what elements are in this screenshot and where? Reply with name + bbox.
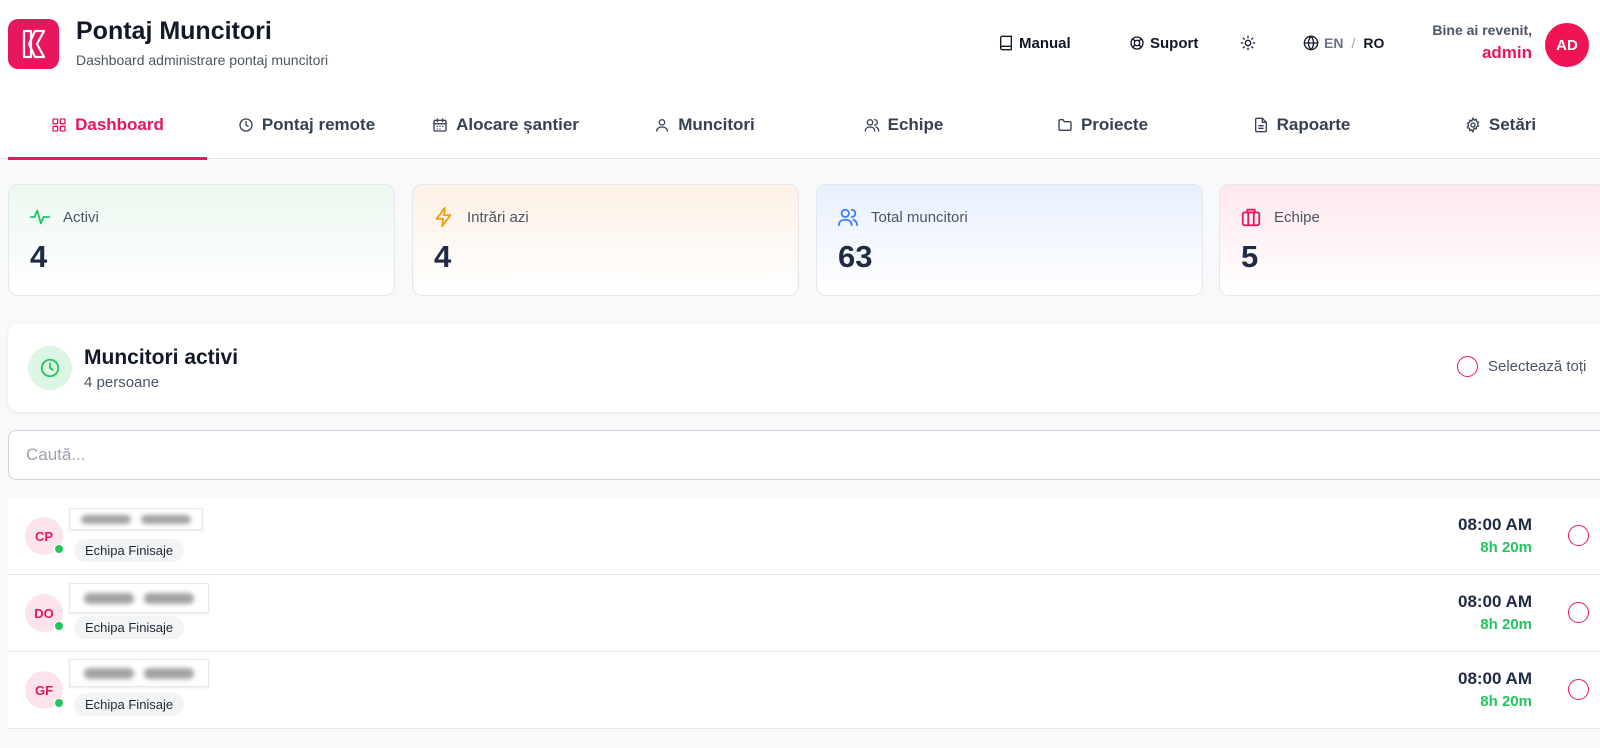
- search-input[interactable]: [8, 430, 1600, 480]
- activity-icon: [29, 209, 51, 225]
- active-workers-list: CP Echipa Finisaje 08:00 AM 8h 20m DO Ec…: [8, 498, 1600, 729]
- users-icon: [837, 208, 859, 227]
- worked-duration: 8h 20m: [1480, 693, 1532, 710]
- user-avatar[interactable]: AD: [1545, 23, 1589, 67]
- grid-icon: [52, 117, 66, 132]
- panel-count: 4 persoane: [84, 374, 160, 391]
- worked-duration: 8h 20m: [1480, 539, 1532, 556]
- stat-card-activi: Activi 4: [8, 184, 395, 296]
- welcome-text: Bine ai revenit,: [1432, 22, 1532, 38]
- tab-label: Echipe: [887, 114, 944, 134]
- manual-button[interactable]: Manual: [998, 32, 1071, 54]
- lang-en[interactable]: EN: [1324, 35, 1343, 51]
- support-label: Suport: [1150, 34, 1199, 52]
- tab-echipe[interactable]: Echipe: [804, 90, 1003, 159]
- stat-value: 63: [838, 239, 873, 274]
- calendar-icon: [433, 117, 447, 132]
- select-all-toggle[interactable]: Selectează toți: [1457, 356, 1586, 377]
- team-badge: Echipa Finisaje: [74, 616, 185, 639]
- online-status-dot: [54, 698, 64, 708]
- folder-icon: [1058, 118, 1072, 131]
- tab-setari[interactable]: Setări: [1401, 90, 1600, 159]
- tab-label: Alocare șantier: [456, 114, 579, 134]
- user-icon: [656, 118, 669, 132]
- clock-in-time: 08:00 AM: [1457, 669, 1532, 688]
- worker-name-redacted: [69, 508, 203, 530]
- clock-in-time: 08:00 AM: [1457, 592, 1532, 611]
- main-tabs: Dashboard Pontaj remote Alocare șantier …: [0, 90, 1600, 160]
- sun-icon: [1240, 35, 1256, 51]
- lang-separator: /: [1351, 35, 1356, 51]
- users-icon: [864, 118, 879, 132]
- tab-label: Proiecte: [1080, 114, 1149, 134]
- team-badge: Echipa Finisaje: [74, 693, 185, 716]
- stat-label: Intrări azi: [467, 208, 529, 226]
- tab-label: Setări: [1488, 114, 1537, 134]
- lang-ro[interactable]: RO: [1363, 35, 1384, 51]
- stat-value: 4: [30, 239, 48, 274]
- worker-name-redacted: [69, 659, 209, 687]
- stat-card-echipe: Echipe 5: [1219, 184, 1600, 296]
- tab-pontaj-remote[interactable]: Pontaj remote: [207, 90, 406, 159]
- stat-value: 5: [1241, 239, 1259, 274]
- lightning-icon: [435, 206, 452, 228]
- panel-icon: [28, 346, 72, 390]
- app-subtitle: Dashboard administrare pontaj muncitori: [76, 52, 329, 68]
- online-status-dot: [54, 544, 64, 554]
- panel-title: Muncitori activi: [84, 346, 239, 369]
- worked-duration: 8h 20m: [1480, 616, 1532, 633]
- support-button[interactable]: Suport: [1129, 32, 1198, 54]
- lifebuoy-icon: [1130, 36, 1144, 50]
- tab-muncitori[interactable]: Muncitori: [605, 90, 804, 159]
- theme-toggle-button[interactable]: [1240, 32, 1256, 54]
- worker-checkbox[interactable]: [1568, 602, 1589, 623]
- worker-checkbox[interactable]: [1568, 679, 1589, 700]
- app-title: Pontaj Muncitori: [76, 17, 272, 45]
- tab-label: Muncitori: [678, 114, 755, 134]
- worker-row[interactable]: GF Echipa Finisaje 08:00 AM 8h 20m: [8, 652, 1600, 729]
- clock-icon: [40, 358, 60, 378]
- tab-alocare-santier[interactable]: Alocare șantier: [406, 90, 605, 159]
- briefcase-icon: [1241, 208, 1261, 227]
- worker-checkbox[interactable]: [1568, 525, 1589, 546]
- active-workers-panel: Muncitori activi 4 persoane Selectează t…: [8, 324, 1600, 412]
- tab-proiecte[interactable]: Proiecte: [1003, 90, 1202, 159]
- team-badge: Echipa Finisaje: [74, 539, 185, 562]
- dashboard-page: Pontaj Muncitori Dashboard administrare …: [0, 0, 1600, 748]
- select-all-label: Selectează toți: [1488, 358, 1587, 375]
- tab-rapoarte[interactable]: Rapoarte: [1202, 90, 1401, 159]
- tab-label: Dashboard: [75, 114, 164, 134]
- worker-row[interactable]: DO Echipa Finisaje 08:00 AM 8h 20m: [8, 575, 1600, 652]
- logo-icon: [22, 29, 45, 59]
- clock-in-time: 08:00 AM: [1457, 515, 1532, 534]
- gear-icon: [1466, 116, 1480, 133]
- tab-label: Rapoarte: [1276, 114, 1351, 134]
- stat-card-intrari-azi: Intrări azi 4: [412, 184, 799, 296]
- online-status-dot: [54, 621, 64, 631]
- clock-icon: [239, 117, 253, 132]
- username: admin: [1481, 43, 1532, 62]
- globe-icon: [1303, 35, 1319, 51]
- stat-label: Echipe: [1274, 208, 1320, 226]
- stat-value: 4: [434, 239, 452, 274]
- app-logo[interactable]: [8, 19, 59, 69]
- select-all-checkbox[interactable]: [1457, 356, 1478, 377]
- worker-row[interactable]: CP Echipa Finisaje 08:00 AM 8h 20m: [8, 498, 1600, 575]
- manual-label: Manual: [1019, 34, 1071, 52]
- book-icon: [1000, 35, 1012, 51]
- tab-label: Pontaj remote: [261, 114, 376, 134]
- file-icon: [1254, 117, 1267, 132]
- stat-label: Activi: [63, 208, 99, 226]
- top-header: Pontaj Muncitori Dashboard administrare …: [0, 0, 1600, 90]
- stat-label: Total muncitori: [871, 208, 968, 226]
- welcome-block: Bine ai revenit, admin: [1432, 22, 1532, 63]
- stat-card-total-muncitori: Total muncitori 63: [816, 184, 1203, 296]
- worker-name-redacted: [69, 583, 209, 613]
- tab-dashboard[interactable]: Dashboard: [8, 90, 207, 160]
- language-switcher[interactable]: EN / RO: [1303, 32, 1384, 54]
